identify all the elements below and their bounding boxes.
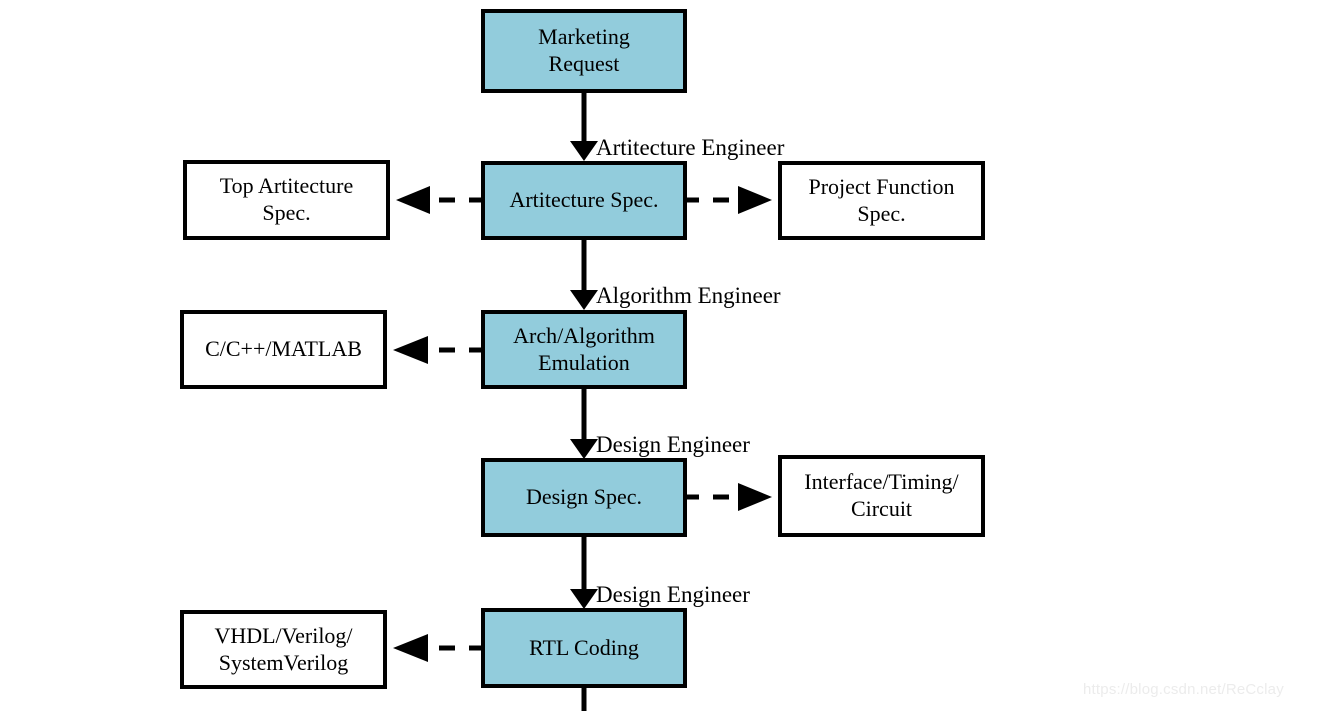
node-rtl-coding[interactable]: RTL Coding [481, 608, 687, 688]
node-arch-algorithm-emulation[interactable]: Arch/Algorithm Emulation [481, 310, 687, 389]
edge-algorithm-to-cmatlab [393, 336, 481, 364]
edge-design-to-rtl [570, 537, 598, 609]
edge-artitecture-to-top-spec [396, 186, 481, 214]
edge-label-algorithm-engineer: Algorithm Engineer [596, 283, 781, 308]
node-design-spec[interactable]: Design Spec. [481, 458, 687, 537]
node-top-artitecture-spec[interactable]: Top Artitecture Spec. [183, 160, 390, 240]
edge-marketing-to-artitecture [570, 93, 598, 161]
node-marketing-request[interactable]: Marketing Request [481, 9, 687, 93]
edge-design-to-interface [687, 483, 772, 511]
watermark: https://blog.csdn.net/ReCclay [1083, 681, 1284, 698]
edge-label-design-engineer-1: Design Engineer [596, 432, 750, 457]
node-artitecture-spec[interactable]: Artitecture Spec. [481, 161, 687, 240]
node-vhdl-verilog[interactable]: VHDL/Verilog/ SystemVerilog [180, 610, 387, 689]
edge-label-design-engineer-2: Design Engineer [596, 582, 750, 607]
node-c-cpp-matlab[interactable]: C/C++/MATLAB [180, 310, 387, 389]
edge-algorithm-to-design [570, 389, 598, 459]
edge-artitecture-to-algorithm [570, 240, 598, 310]
edge-rtl-to-vhdl [393, 634, 481, 662]
edge-label-artitecture-engineer: Artitecture Engineer [596, 135, 785, 160]
diagram-canvas: Marketing Request Artitecture Spec. Top … [0, 0, 1322, 711]
edge-artitecture-to-project-function [687, 186, 772, 214]
node-interface-timing-circuit[interactable]: Interface/Timing/ Circuit [778, 455, 985, 537]
node-project-function-spec[interactable]: Project Function Spec. [778, 161, 985, 240]
